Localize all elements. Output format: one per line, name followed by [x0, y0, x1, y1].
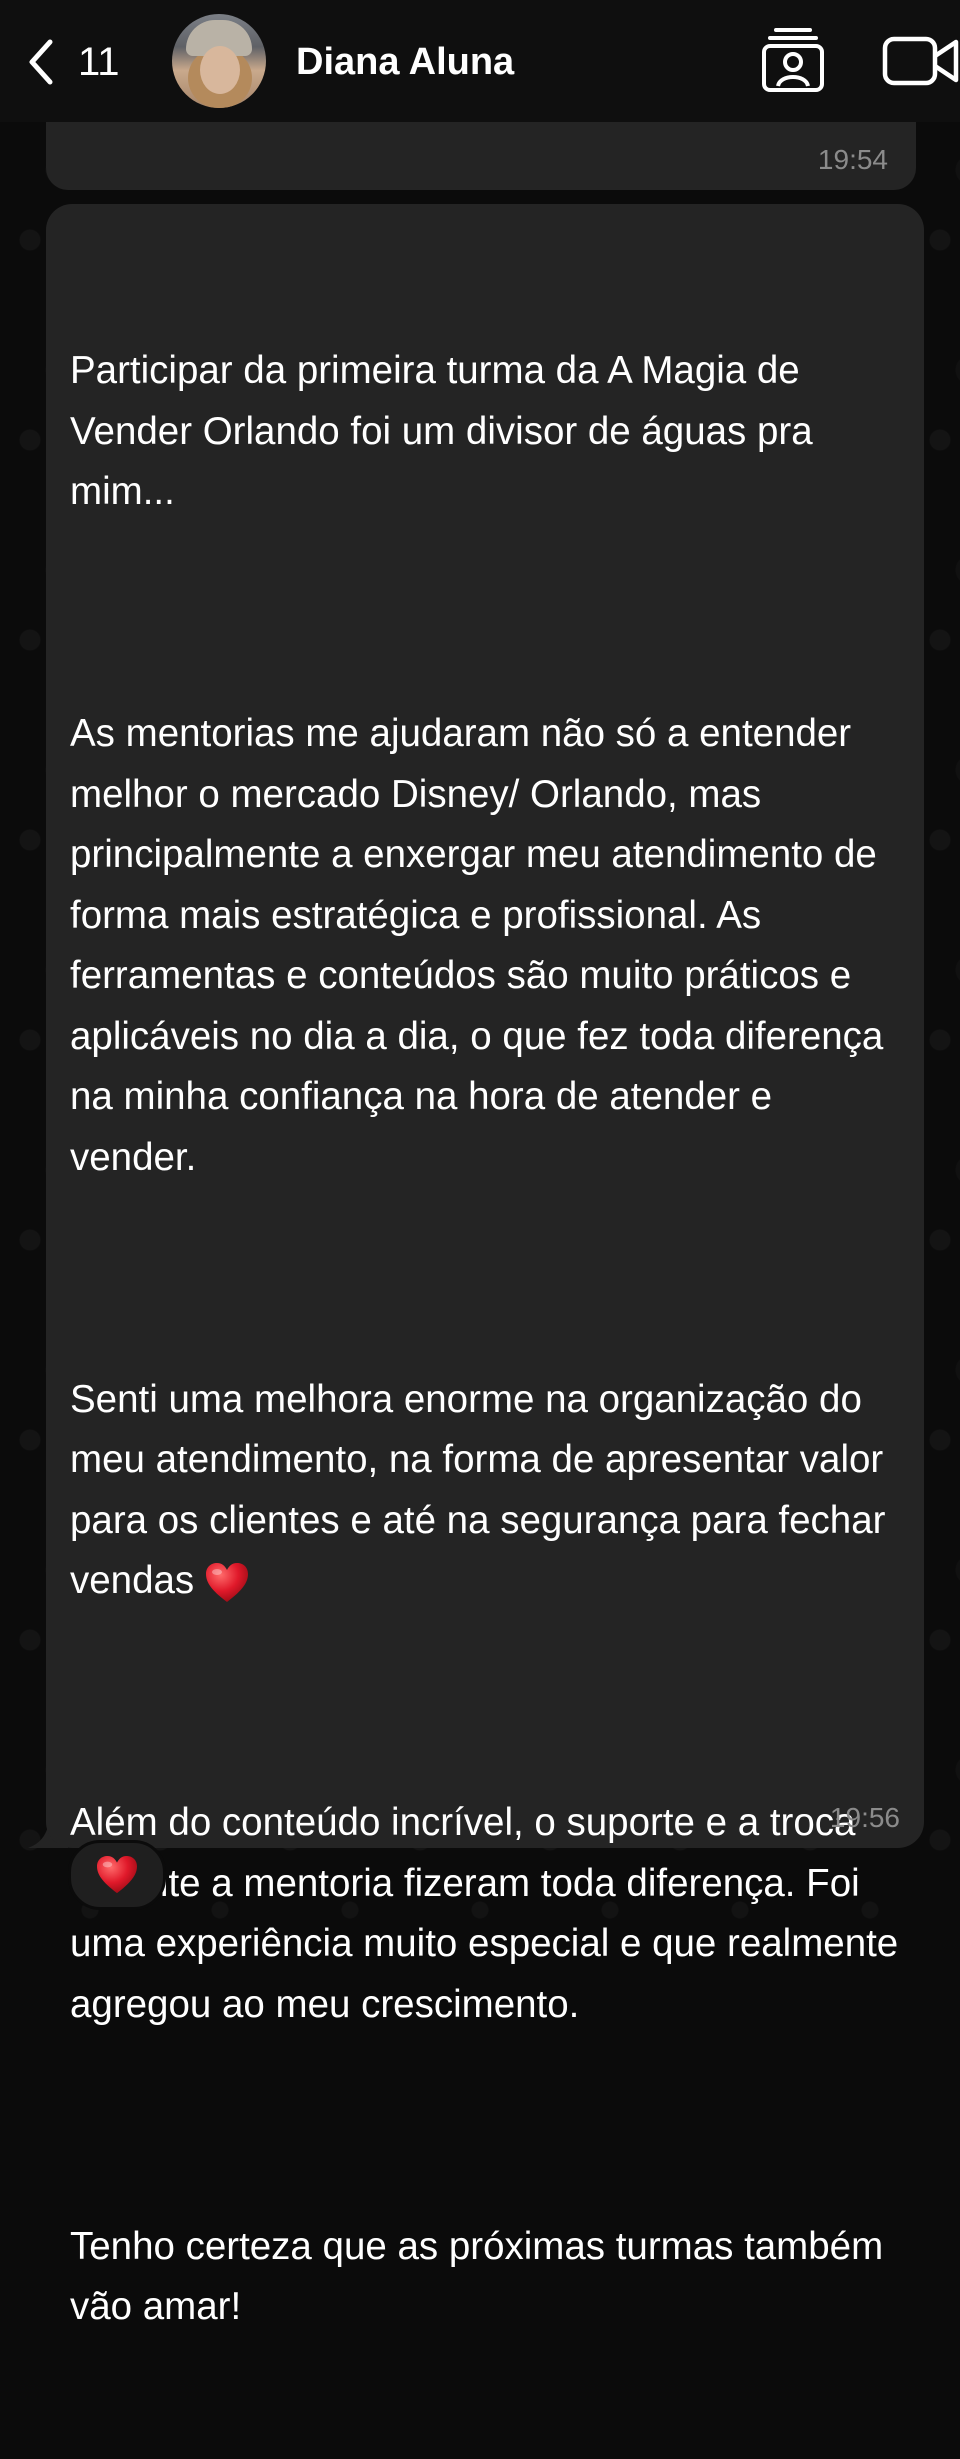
message-paragraph: Além do conteúdo incrível, o suporte e a… — [70, 1801, 909, 2026]
heart-icon — [205, 1562, 248, 1602]
message-bubble[interactable]: Participar da primeira turma da A Magia … — [46, 204, 924, 2328]
chevron-left-icon — [29, 39, 53, 85]
contact-name[interactable]: Diana Aluna — [296, 36, 514, 88]
video-call-button[interactable] — [882, 34, 960, 88]
message-timestamp: 19:56 — [829, 1802, 900, 1833]
red-heart-emoji-icon — [97, 1855, 137, 1894]
reaction-badge[interactable] — [68, 1840, 166, 1910]
back-button[interactable]: 11 — [28, 36, 138, 88]
message-paragraph: Senti uma melhora enorme na organização … — [70, 1370, 900, 1612]
video-camera-icon — [882, 36, 959, 86]
message-paragraph-text: Senti uma melhora enorme na organização … — [70, 1377, 897, 1603]
contact-card-button[interactable] — [758, 24, 828, 94]
unread-count: 11 — [78, 40, 120, 84]
message-paragraph: Tenho certeza que as próximas turmas tam… — [70, 2224, 894, 2329]
message-text: Participar da primeira turma da A Magia … — [70, 220, 900, 2459]
message-paragraph: Participar da primeira turma da A Magia … — [70, 349, 824, 513]
message-paragraph: As mentorias me ajudaram não só a entend… — [70, 712, 895, 1179]
message-timestamp: 19:54 — [817, 144, 888, 175]
avatar[interactable] — [172, 14, 266, 108]
chat-header: 11 Diana Aluna — [0, 0, 960, 122]
contact-card-icon — [762, 28, 824, 92]
